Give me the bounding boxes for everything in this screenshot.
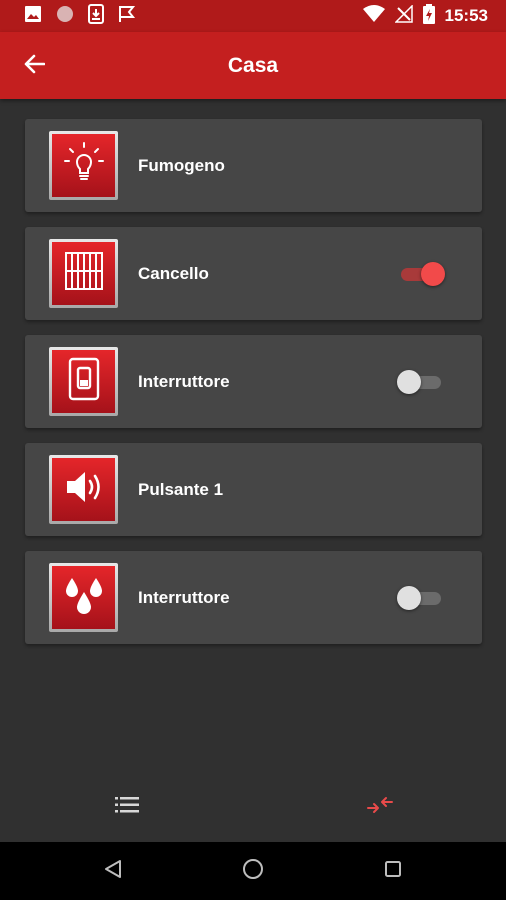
lightbulb-icon [61, 140, 107, 191]
image-icon [24, 5, 42, 28]
device-card-pulsante[interactable]: Pulsante 1 [25, 443, 482, 536]
device-label: Cancello [138, 263, 209, 283]
toggle-thumb [421, 262, 445, 286]
device-card-cancello[interactable]: Cancello [25, 227, 482, 320]
toggle-thumb [397, 586, 421, 610]
list-view-button[interactable] [107, 790, 147, 824]
compress-button[interactable] [360, 790, 400, 824]
device-icon-frame [49, 347, 118, 416]
device-icon-frame [49, 131, 118, 200]
list-icon [115, 796, 139, 819]
device-icon-frame [49, 563, 118, 632]
device-label: Pulsante 1 [138, 479, 224, 499]
wifi-icon [362, 4, 385, 28]
device-list: Fumogeno Cancello Interruttore Pulsante … [25, 119, 482, 659]
toggle-thumb [397, 370, 421, 394]
compress-arrows-icon [366, 795, 394, 820]
status-bar: 15:53 [0, 0, 506, 32]
flag-icon [118, 5, 136, 28]
interruttore-toggle[interactable] [397, 370, 445, 394]
back-triangle-icon [104, 859, 122, 884]
recents-square-icon [384, 860, 402, 883]
status-left-icons [24, 3, 136, 29]
device-card-interruttore-water[interactable]: Interruttore [25, 551, 482, 644]
device-card-interruttore[interactable]: Interruttore [25, 335, 482, 428]
device-icon-frame [49, 239, 118, 308]
wall-switch-icon [61, 356, 107, 407]
arrow-left-icon [23, 54, 46, 79]
device-label: Interruttore [138, 371, 230, 391]
no-signal-icon [393, 3, 413, 28]
cancello-toggle[interactable] [397, 262, 445, 286]
device-card-fumogeno[interactable]: Fumogeno [25, 119, 482, 212]
home-circle-icon [242, 858, 264, 885]
device-label: Fumogeno [138, 155, 225, 175]
circle-icon [56, 5, 74, 28]
gate-icon [61, 248, 107, 299]
system-nav-bar [0, 842, 506, 900]
device-label: Interruttore [138, 587, 230, 607]
app-bar: Casa [0, 32, 506, 99]
nav-recents-button[interactable] [375, 853, 411, 889]
water-drops-icon [61, 572, 107, 623]
download-icon [88, 3, 104, 29]
page-title: Casa [227, 53, 279, 77]
battery-charging-icon [422, 3, 435, 29]
interruttore-water-toggle[interactable] [397, 586, 445, 610]
back-button[interactable] [18, 50, 50, 82]
speaker-icon [61, 464, 107, 515]
bottom-bar [0, 772, 506, 842]
nav-back-button[interactable] [95, 853, 131, 889]
device-icon-frame [49, 455, 118, 524]
nav-home-button[interactable] [235, 853, 271, 889]
status-right-icons: 15:53 [362, 3, 488, 29]
status-time: 15:53 [444, 6, 488, 25]
